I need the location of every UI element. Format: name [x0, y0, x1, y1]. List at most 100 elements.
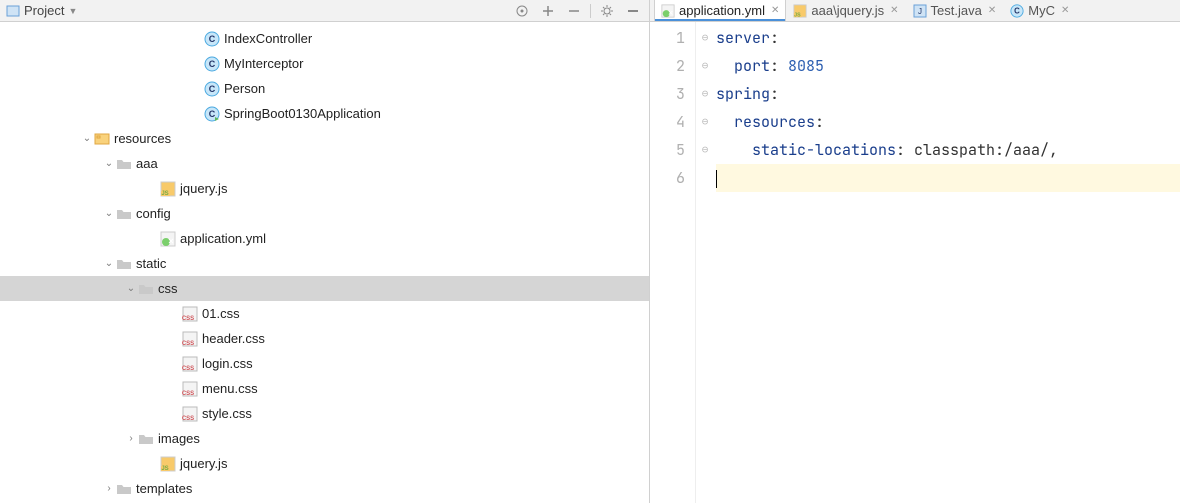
- svg-text:JS: JS: [161, 191, 168, 197]
- code-line[interactable]: server:: [716, 24, 1180, 52]
- code-content[interactable]: server: port: 8085spring: resources: sta…: [714, 22, 1180, 503]
- expand-all-icon[interactable]: [538, 1, 558, 21]
- tree-item[interactable]: ⌄ config: [0, 201, 649, 226]
- fold-toggle-icon[interactable]: ⊖: [696, 80, 714, 108]
- class-icon: C: [1010, 4, 1024, 18]
- tree-item[interactable]: ⌄aaa: [0, 151, 649, 176]
- hide-icon[interactable]: [623, 1, 643, 21]
- yml-icon: [160, 231, 176, 247]
- js-icon: JS: [160, 181, 176, 197]
- tree-item[interactable]: JSjquery.js: [0, 451, 649, 476]
- tree-item[interactable]: CSpringBoot0130Application: [0, 101, 649, 126]
- tree-item[interactable]: ›templates: [0, 476, 649, 501]
- locate-icon[interactable]: [512, 1, 532, 21]
- svg-text:C: C: [209, 84, 216, 94]
- svg-text:C: C: [209, 59, 216, 69]
- fold-toggle-icon[interactable]: ⊖: [696, 52, 714, 80]
- tree-item[interactable]: CSS01.css: [0, 301, 649, 326]
- tree-item[interactable]: CSS style.css: [0, 401, 649, 426]
- line-number: 3: [650, 80, 685, 108]
- folder-icon: [138, 431, 154, 447]
- dropdown-icon: ▼: [68, 6, 77, 16]
- line-number-gutter: 123456: [650, 22, 696, 503]
- chevron-right-icon[interactable]: ›: [102, 483, 116, 494]
- svg-text:J: J: [918, 7, 922, 16]
- fold-toggle-icon[interactable]: ⊖: [696, 108, 714, 136]
- css-icon: CSS: [182, 381, 198, 397]
- project-tree[interactable]: CIndexControllerCMyInterceptorCPersonCSp…: [0, 22, 649, 503]
- tree-item[interactable]: ⌄static: [0, 251, 649, 276]
- tree-item[interactable]: CSS header.css: [0, 326, 649, 351]
- class-icon: C: [204, 56, 220, 72]
- resources-icon: [94, 131, 110, 147]
- code-line[interactable]: [716, 164, 1180, 192]
- tree-item[interactable]: C Person: [0, 76, 649, 101]
- chevron-right-icon[interactable]: ›: [124, 433, 138, 444]
- chevron-down-icon[interactable]: ⌄: [102, 158, 116, 169]
- tree-item[interactable]: JSjquery.js: [0, 176, 649, 201]
- fold-gutter[interactable]: ⊖⊖⊖⊖⊖: [696, 22, 714, 503]
- chevron-down-icon[interactable]: ⌄: [80, 133, 94, 144]
- project-label: Project: [24, 3, 64, 18]
- code-line[interactable]: port: 8085: [716, 52, 1180, 80]
- tree-item-label: application.yml: [180, 231, 266, 246]
- folder-icon: [138, 281, 154, 297]
- fold-toggle-icon[interactable]: ⊖: [696, 136, 714, 164]
- tree-item-label: header.css: [202, 331, 265, 346]
- line-number: 1: [650, 24, 685, 52]
- js-icon: JS: [793, 4, 807, 18]
- svg-text:JS: JS: [161, 466, 168, 472]
- project-toolbar: Project ▼: [0, 0, 649, 22]
- tree-item[interactable]: ›images: [0, 426, 649, 451]
- svg-text:CSS: CSS: [182, 391, 194, 397]
- chevron-down-icon[interactable]: ⌄: [102, 208, 116, 219]
- close-icon[interactable]: ✕: [1061, 5, 1069, 16]
- folder-icon: [116, 156, 132, 172]
- tree-item[interactable]: CSSmenu.css: [0, 376, 649, 401]
- editor-tab[interactable]: application.yml ✕: [654, 0, 786, 21]
- code-line[interactable]: resources:: [716, 108, 1180, 136]
- project-view-selector[interactable]: Project ▼: [6, 3, 77, 18]
- gear-icon[interactable]: [597, 1, 617, 21]
- close-icon[interactable]: ✕: [890, 5, 898, 16]
- code-editor[interactable]: 123456 ⊖⊖⊖⊖⊖ server: port: 8085spring: r…: [650, 22, 1180, 503]
- tree-item-label: config: [136, 206, 171, 221]
- css-icon: CSS: [182, 331, 198, 347]
- svg-text:CSS: CSS: [182, 416, 194, 422]
- fold-toggle-icon[interactable]: ⊖: [696, 24, 714, 52]
- code-line[interactable]: spring:: [716, 80, 1180, 108]
- tab-label: MyC: [1028, 3, 1055, 18]
- line-number: 5: [650, 136, 685, 164]
- line-number: 2: [650, 52, 685, 80]
- tree-item[interactable]: C MyInterceptor: [0, 51, 649, 76]
- tree-item-label: Person: [224, 81, 265, 96]
- chevron-down-icon[interactable]: ⌄: [102, 258, 116, 269]
- editor-tab[interactable]: J Test.java ✕: [906, 0, 1004, 21]
- editor-tab[interactable]: JSaaa\jquery.js✕: [786, 0, 905, 21]
- tab-label: application.yml: [679, 3, 765, 18]
- code-line[interactable]: static-locations: classpath:/aaa/,: [716, 136, 1180, 164]
- tree-item[interactable]: application.yml: [0, 226, 649, 251]
- css-icon: CSS: [182, 306, 198, 322]
- close-icon[interactable]: ✕: [771, 5, 779, 16]
- tree-item[interactable]: ⌄resources: [0, 126, 649, 151]
- editor-tab-bar: application.yml✕JSaaa\jquery.js✕JTest.ja…: [650, 0, 1180, 22]
- tree-item-label: MyInterceptor: [224, 56, 303, 71]
- mainclass-icon: C: [204, 106, 220, 122]
- tab-label: Test.java: [931, 3, 982, 18]
- class-icon: C: [204, 81, 220, 97]
- editor-tab[interactable]: C MyC ✕: [1003, 0, 1076, 21]
- svg-text:CSS: CSS: [182, 366, 194, 372]
- tree-item[interactable]: CSSlogin.css: [0, 351, 649, 376]
- svg-text:JS: JS: [795, 12, 802, 18]
- chevron-down-icon[interactable]: ⌄: [124, 283, 138, 294]
- line-number: 6: [650, 164, 685, 192]
- close-icon[interactable]: ✕: [988, 5, 996, 16]
- tree-item[interactable]: CIndexController: [0, 26, 649, 51]
- line-number: 4: [650, 108, 685, 136]
- collapse-all-icon[interactable]: [564, 1, 584, 21]
- svg-text:C: C: [209, 109, 216, 119]
- tree-item-label: style.css: [202, 406, 252, 421]
- tree-item[interactable]: ⌄css: [0, 276, 649, 301]
- tree-item-label: IndexController: [224, 31, 312, 46]
